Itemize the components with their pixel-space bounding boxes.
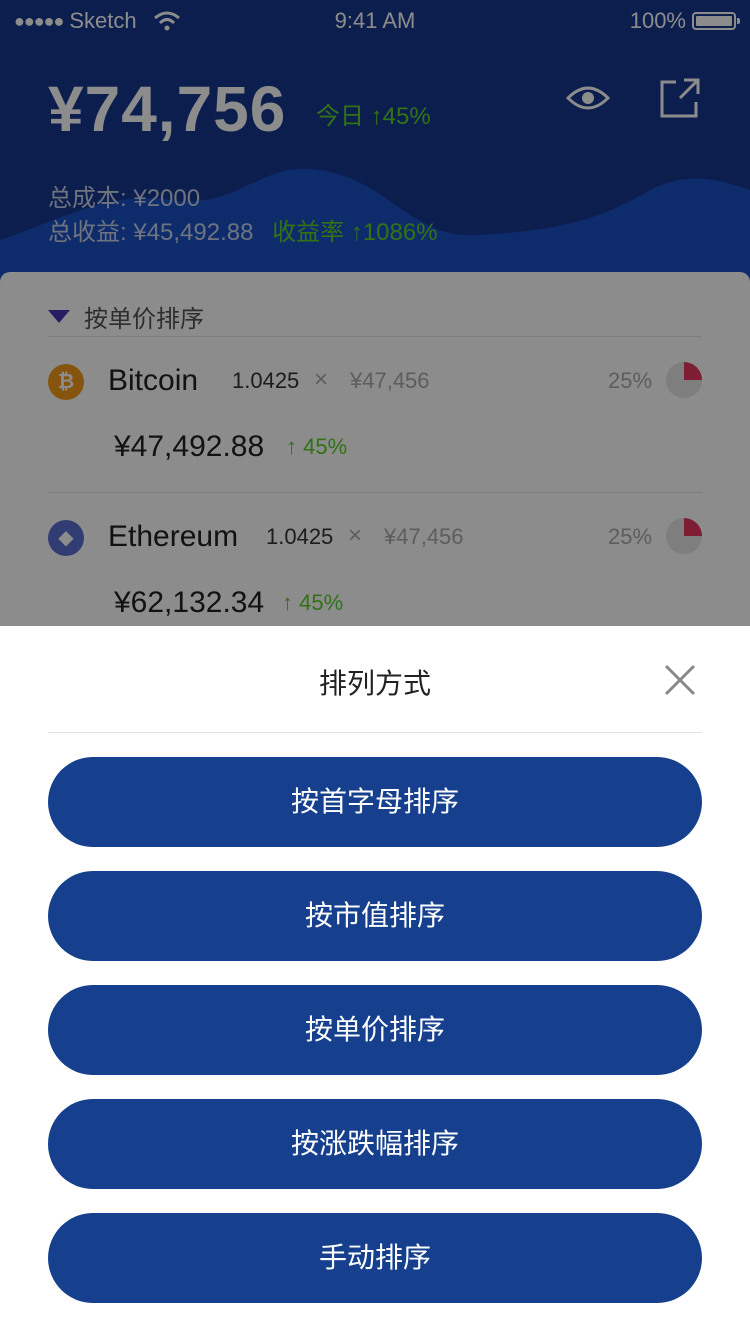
sheet-title: 排列方式 bbox=[318, 668, 431, 699]
sort-options-sheet: 排列方式 按首字母排序 按市值排序 按单价排序 按涨跌幅排序 手动排序 bbox=[0, 626, 750, 1334]
sort-by-initial-button[interactable]: 按首字母排序 bbox=[48, 757, 702, 847]
manual-sort-button[interactable]: 手动排序 bbox=[48, 1213, 702, 1303]
sort-by-change-button[interactable]: 按涨跌幅排序 bbox=[48, 1099, 702, 1189]
close-icon[interactable] bbox=[660, 660, 700, 700]
divider bbox=[48, 732, 702, 733]
sort-by-market-cap-button[interactable]: 按市值排序 bbox=[48, 871, 702, 961]
sort-by-unit-price-button[interactable]: 按单价排序 bbox=[48, 985, 702, 1075]
